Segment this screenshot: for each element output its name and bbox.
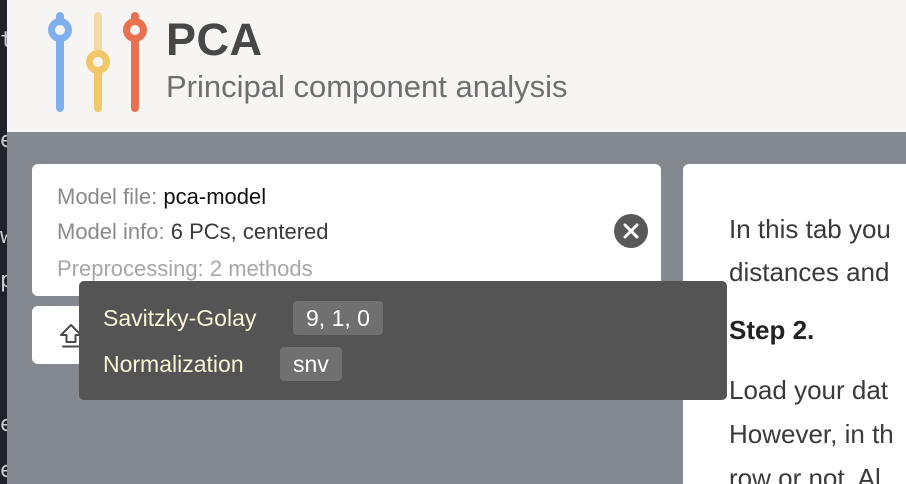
help-text-line: However, in th xyxy=(729,419,894,449)
method-name: Normalization xyxy=(103,351,244,377)
model-info-label: Model info: xyxy=(57,219,165,244)
clear-model-button[interactable] xyxy=(614,214,648,248)
app-header: PCA Principal component analysis xyxy=(7,0,906,132)
edge-glyph: e xyxy=(0,128,7,153)
preprocessing-value: 2 methods xyxy=(209,256,313,281)
edge-glyph: t xyxy=(0,28,7,53)
edge-glyph: p xyxy=(0,268,7,293)
method-params-badge: 9, 1, 0 xyxy=(293,301,383,335)
method-name: Savitzky-Golay xyxy=(103,305,257,331)
help-text-line: distances and xyxy=(729,257,890,287)
help-text-line: In this tab you xyxy=(729,214,891,244)
preprocessing-tooltip: Savitzky-Golay 9, 1, 0 Normalization snv xyxy=(79,281,727,400)
model-file-value: pca-model xyxy=(163,184,267,209)
method-params-badge: snv xyxy=(280,347,342,381)
preprocessing-row[interactable]: Preprocessing: 2 methods xyxy=(57,256,313,282)
close-icon xyxy=(623,223,639,239)
edge-glyph: e xyxy=(0,458,7,483)
model-info-row: Model info: 6 PCs, centered xyxy=(57,219,329,245)
model-info-value: 6 PCs, centered xyxy=(170,219,329,244)
sliders-logo-icon xyxy=(48,12,147,112)
edge-glyph: e xyxy=(0,412,7,437)
model-file-label: Model file: xyxy=(57,184,158,209)
editor-edge-strip: t e w p e e xyxy=(0,0,7,484)
model-file-row: Model file: pca-model xyxy=(57,184,266,210)
help-text-line: row or not. Al xyxy=(729,463,881,484)
app-subtitle: Principal component analysis xyxy=(166,69,568,104)
preprocessing-label: Preprocessing: xyxy=(57,256,204,281)
model-info-card: Model file: pca-model Model info: 6 PCs,… xyxy=(32,164,661,296)
app-title: PCA xyxy=(166,14,263,65)
help-text-line: Load your dat xyxy=(729,375,889,405)
help-step-heading: Step 2. xyxy=(729,315,815,345)
edge-glyph: w xyxy=(0,224,7,249)
